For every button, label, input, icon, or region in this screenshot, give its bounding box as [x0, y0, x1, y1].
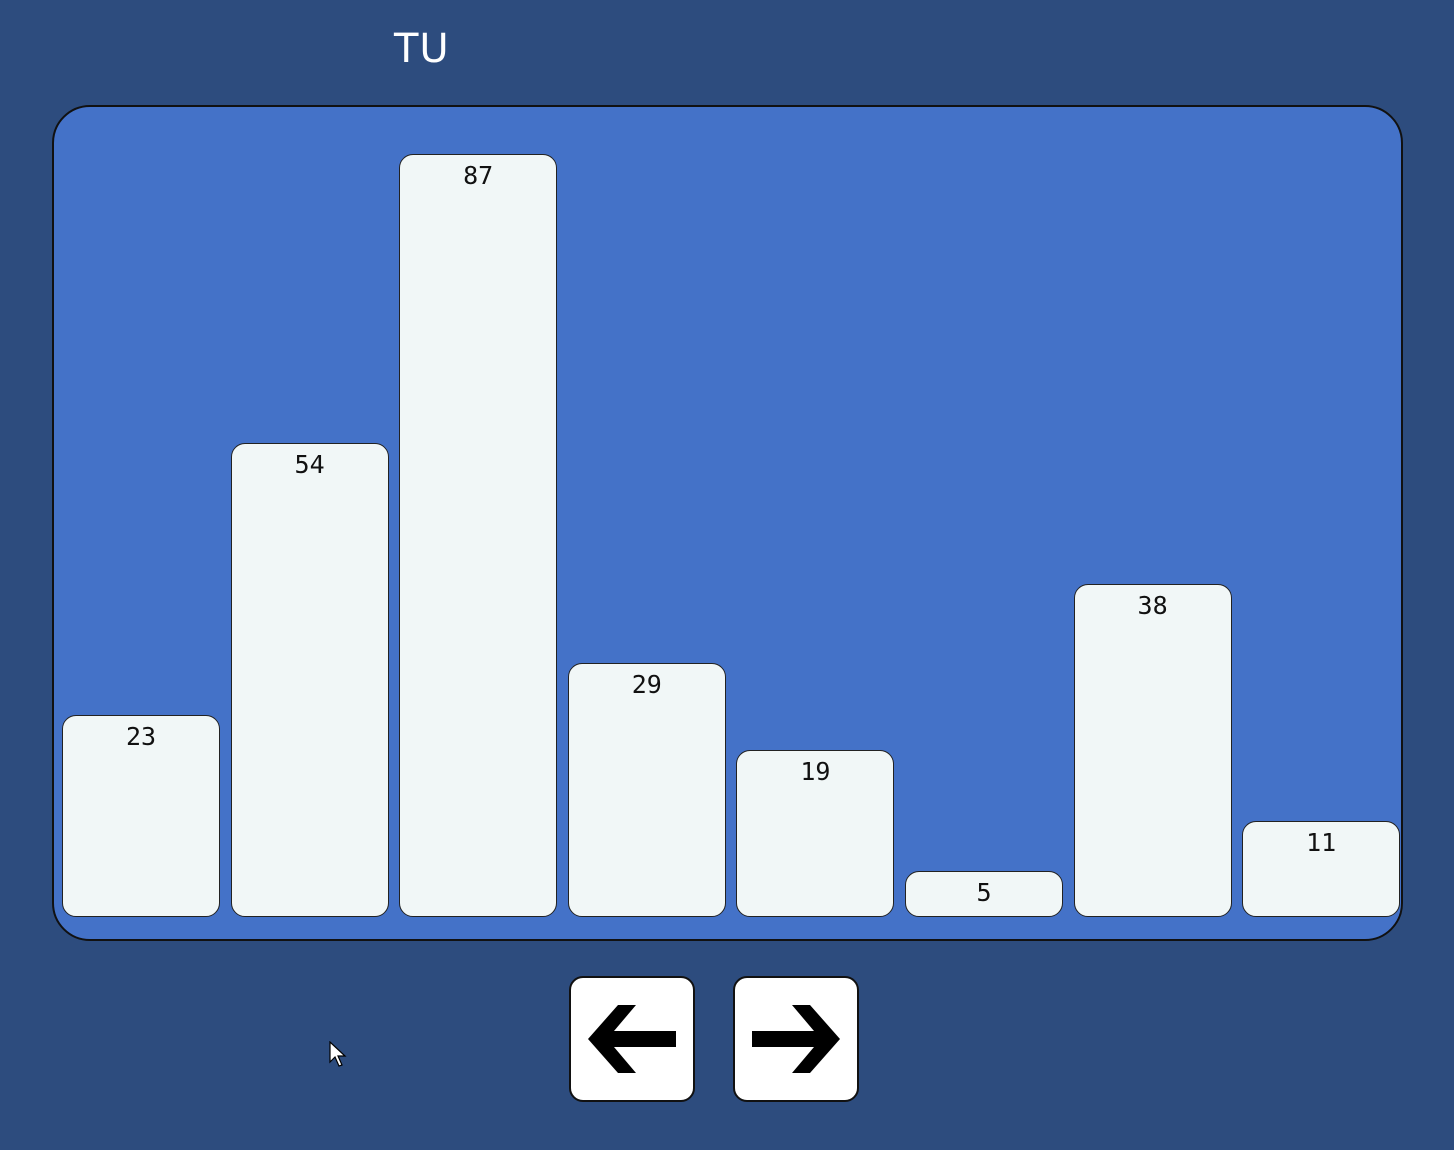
bar-value-label: 29 — [631, 669, 662, 699]
bar-area: 23 54 87 29 19 5 38 11 — [54, 107, 1401, 939]
next-button[interactable] — [733, 976, 859, 1102]
bar-3: 87 — [399, 154, 558, 917]
bar-5: 19 — [736, 750, 895, 917]
bar-1: 23 — [62, 715, 220, 917]
bar-7: 38 — [1073, 583, 1232, 917]
bar-6: 5 — [905, 871, 1063, 917]
bar-value-label: 5 — [976, 878, 992, 907]
bar-value-label: 11 — [1306, 827, 1337, 857]
page: TU 23 54 87 29 19 5 38 11 — [0, 0, 1454, 1150]
arrow-right-icon — [752, 1005, 840, 1073]
bar-value-label: 87 — [463, 161, 494, 190]
chart-panel: 23 54 87 29 19 5 38 11 — [52, 105, 1403, 941]
bar-value-label: 19 — [800, 757, 831, 787]
bar-value-label: 38 — [1137, 590, 1168, 620]
arrow-left-icon — [588, 1005, 676, 1073]
bar-8: 11 — [1242, 820, 1401, 917]
chart-title: TU — [394, 26, 450, 72]
bar-2: 54 — [230, 443, 389, 917]
mouse-cursor-icon — [329, 1041, 347, 1067]
bar-value-label: 54 — [294, 450, 325, 480]
bar-4: 29 — [567, 662, 726, 917]
bar-value-label: 23 — [125, 722, 157, 752]
previous-button[interactable] — [569, 976, 695, 1102]
